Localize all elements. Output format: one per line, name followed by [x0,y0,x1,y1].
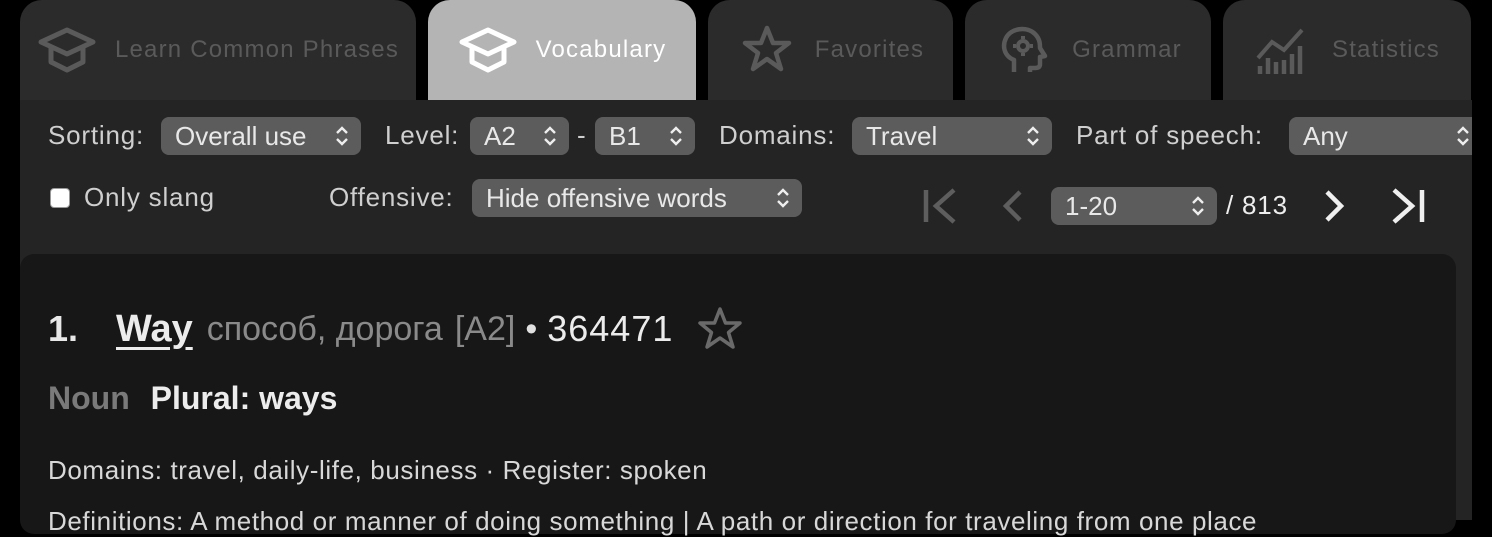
tab-label: Favorites [814,36,925,63]
tab-bar: Learn Common Phrases Vocabulary Favorite… [0,0,1492,100]
sorting-label: Sorting: [48,120,145,150]
graduation-cap-icon [38,27,96,73]
level-label: Level: [385,120,460,150]
level-separator: - [577,120,587,150]
favorite-star-icon[interactable] [697,306,743,352]
select-chevron-icon [1192,196,1204,216]
select-chevron-icon [1457,126,1469,146]
select-chevron-icon [336,126,348,146]
entry-part-of-speech: Noun [48,380,130,416]
tab-statistics[interactable]: Statistics [1223,0,1471,100]
select-chevron-icon [777,188,789,208]
level-from-value: A2 [484,120,516,151]
part-of-speech-value: Any [1303,120,1348,151]
tab-label: Grammar [1072,36,1182,63]
last-page-icon[interactable] [1388,186,1428,226]
tab-favorites[interactable]: Favorites [708,0,953,100]
level-to-value: B1 [609,120,641,151]
part-of-speech-select[interactable]: Any [1289,117,1472,155]
entry-header: 1. Way способ, дорога [A2] • 364471 [48,304,743,354]
entry-frequency: 364471 [547,308,674,349]
entry-bullet: • [525,309,538,348]
tab-learn-common-phrases[interactable]: Learn Common Phrases [20,0,416,100]
level-to-select[interactable]: B1 [595,117,695,155]
next-page-icon[interactable] [1320,186,1350,226]
select-chevron-icon [1027,126,1039,146]
star-icon [742,25,791,72]
page-total: / 813 [1226,190,1288,220]
select-chevron-icon [544,126,556,146]
sorting-select[interactable]: Overall use [161,117,361,155]
level-from-select[interactable]: A2 [470,117,569,155]
domains-select[interactable]: Travel [852,117,1052,155]
only-slang-label: Only slang [84,182,215,212]
sorting-value: Overall use [175,120,307,151]
entry-number: 1. [48,308,79,349]
entry-level: [A2] [454,309,516,348]
offensive-value: Hide offensive words [486,182,727,213]
tab-label: Statistics [1331,36,1441,63]
only-slang-checkbox[interactable] [50,188,70,208]
domains-value: Travel [866,120,938,151]
entry-word-link[interactable]: Way [116,308,193,351]
offensive-label: Offensive: [329,182,454,212]
entry-plural: Plural: ways [150,380,338,416]
entry-definitions: Definitions: A method or manner of doing… [48,506,1258,536]
entry-translation: способ, дорога [206,309,443,348]
head-gear-icon [1002,26,1048,72]
entry-domains-register: Domains: travel, daily-life, business · … [48,455,708,485]
offensive-select[interactable]: Hide offensive words [472,179,802,217]
previous-page-icon[interactable] [996,186,1026,226]
part-of-speech-label: Part of speech: [1076,120,1263,150]
page-range-select[interactable]: 1-20 [1051,187,1217,225]
tab-vocabulary[interactable]: Vocabulary [428,0,696,100]
chart-icon [1256,28,1304,74]
graduation-cap-icon [459,27,517,73]
first-page-icon[interactable] [920,186,960,226]
tab-grammar[interactable]: Grammar [965,0,1211,100]
select-chevron-icon [670,126,682,146]
tab-label: Learn Common Phrases [114,36,400,63]
domains-label: Domains: [719,120,836,150]
page-range-value: 1-20 [1065,190,1118,221]
entry-grammar-line: Noun Plural: ways [48,380,337,417]
tab-label: Vocabulary [535,36,667,63]
